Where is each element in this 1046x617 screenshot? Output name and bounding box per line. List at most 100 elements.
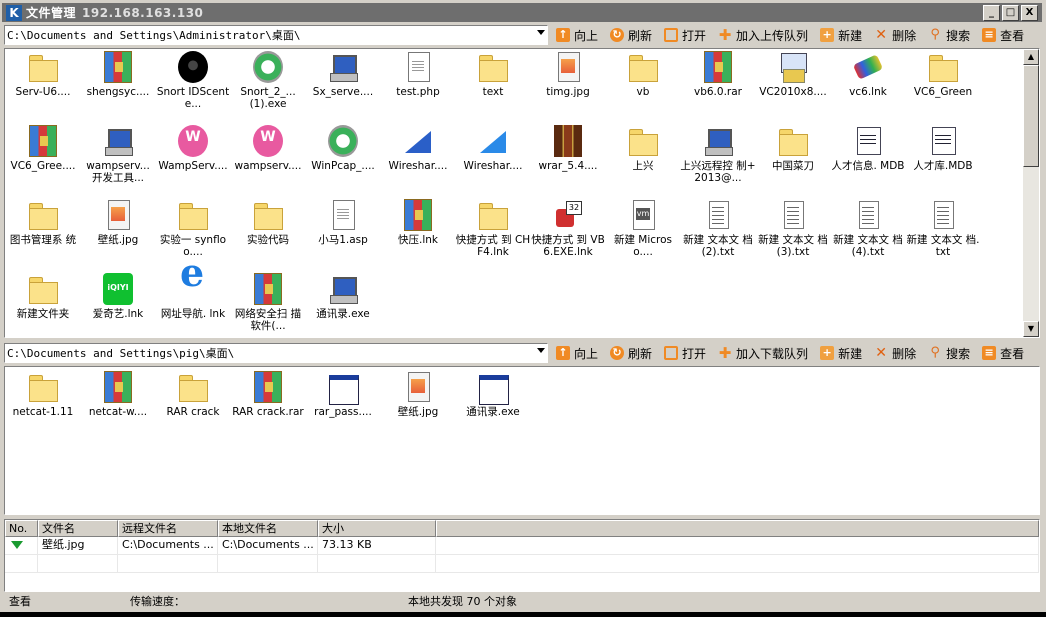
local-path-combobox[interactable]: C:\Documents and Settings\pig\桌面\ xyxy=(4,343,548,363)
local-file-pane[interactable]: netcat-1.11 netcat-w.... RAR crack RAR crac… xyxy=(4,366,1040,515)
shark-icon xyxy=(402,125,434,157)
list-item[interactable]: vc6.lnk xyxy=(830,51,906,98)
list-item[interactable]: wrar_5.4.... xyxy=(530,125,606,172)
list-item[interactable]: timg.jpg xyxy=(530,51,606,98)
list-item[interactable]: 新建文件夹 xyxy=(5,273,81,320)
local-delete-button[interactable]: ✕ 删除 xyxy=(874,345,916,362)
local-refresh-button[interactable]: ↻ 刷新 xyxy=(610,345,652,362)
remote-new-button[interactable]: + 新建 xyxy=(820,27,862,44)
chevron-down-icon[interactable] xyxy=(537,348,545,353)
remote-open-button[interactable]: 打开 xyxy=(664,27,706,44)
list-item[interactable]: 快压.lnk xyxy=(380,199,456,246)
scroll-down-arrow-icon[interactable]: ▼ xyxy=(1023,321,1039,337)
list-item[interactable]: 实验代码 xyxy=(230,199,306,246)
list-item[interactable]: 新建 文本文 档 (2).txt xyxy=(680,199,756,258)
scroll-thumb[interactable] xyxy=(1023,65,1039,167)
minimize-button[interactable]: _ xyxy=(983,5,1000,21)
item-label: 通讯录.exe xyxy=(466,406,520,418)
list-item[interactable]: 新建 文本文 档 (4).txt xyxy=(830,199,906,258)
list-item[interactable]: 上兴远程控 制+2013@... xyxy=(680,125,756,184)
chevron-down-icon[interactable] xyxy=(537,30,545,35)
list-item[interactable]: 通讯录.exe xyxy=(455,371,531,418)
list-item[interactable]: Snort IDScente... xyxy=(155,51,231,110)
column-header-filename[interactable]: 文件名 xyxy=(38,520,118,537)
list-item[interactable]: 新建 文本文 档 (3).txt xyxy=(755,199,831,258)
list-item[interactable]: 中国菜刀 xyxy=(755,125,831,172)
txt-icon xyxy=(927,199,959,231)
list-item[interactable]: 壁纸.jpg xyxy=(380,371,456,418)
list-item[interactable]: shengsyc.... xyxy=(80,51,156,98)
list-item[interactable]: RAR crack xyxy=(155,371,231,418)
list-item[interactable]: netcat-1.11 xyxy=(5,371,81,418)
list-item[interactable]: VC6_Gree.... xyxy=(5,125,81,172)
table-row[interactable]: 壁纸.jpg C:\Documents ... C:\Documents ...… xyxy=(5,537,1039,555)
column-header-no[interactable]: No. xyxy=(5,520,38,537)
search-icon: ⚲ xyxy=(930,27,940,42)
list-item[interactable]: WinPcap_.... xyxy=(305,125,381,172)
list-item[interactable]: wampserv... 开发工具... xyxy=(80,125,156,184)
list-item[interactable]: Serv-U6.... xyxy=(5,51,81,98)
transfer-row-filename: 壁纸.jpg xyxy=(38,537,118,554)
list-item[interactable]: 网址导航. lnk xyxy=(155,267,231,320)
local-view-button[interactable]: ≡ 查看 xyxy=(982,345,1024,362)
list-item[interactable]: 快捷方式 到 CHF4.lnk xyxy=(455,199,531,258)
column-header-remote-filename[interactable]: 远程文件名 xyxy=(118,520,218,537)
remote-refresh-button[interactable]: ↻ 刷新 xyxy=(610,27,652,44)
list-item[interactable]: 图书管理系 统 xyxy=(5,199,81,246)
column-header-size[interactable]: 大小 xyxy=(318,520,436,537)
close-button[interactable]: X xyxy=(1021,5,1038,21)
transfer-header: No. 文件名 远程文件名 本地文件名 大小 xyxy=(5,520,1039,537)
local-new-button[interactable]: + 新建 xyxy=(820,345,862,362)
list-item[interactable]: VC6_Green xyxy=(905,51,981,98)
remote-scrollbar[interactable]: ▲ ▼ xyxy=(1023,49,1039,337)
transfer-queue-list[interactable]: No. 文件名 远程文件名 本地文件名 大小 壁纸.jpg C:\Documen… xyxy=(4,519,1040,592)
local-search-button[interactable]: ⚲ 搜索 xyxy=(928,345,970,362)
item-label: 网络安全扫 描软件(... xyxy=(234,308,302,332)
item-label: 新建 文本文 档.txt xyxy=(906,234,980,258)
list-item[interactable]: vb6.0.rar xyxy=(680,51,756,98)
list-item[interactable]: vb xyxy=(605,51,681,98)
item-label: VC6_Gree.... xyxy=(10,160,76,172)
list-item[interactable]: 新建 Microso.... xyxy=(605,199,681,258)
remote-file-pane[interactable]: Serv-U6.... shengsyc.... Snort IDScente...… xyxy=(4,48,1040,338)
list-item[interactable]: netcat-w.... xyxy=(80,371,156,418)
list-item[interactable]: 爱奇艺.lnk xyxy=(80,273,156,320)
item-label: shengsyc.... xyxy=(86,86,150,98)
item-label: 爱奇艺.lnk xyxy=(92,308,144,320)
list-item[interactable]: RAR crack.rar xyxy=(230,371,306,418)
scroll-up-arrow-icon[interactable]: ▲ xyxy=(1023,49,1039,65)
refresh-icon: ↻ xyxy=(610,346,625,360)
local-open-button[interactable]: 打开 xyxy=(664,345,706,362)
maximize-button[interactable]: □ xyxy=(1002,5,1019,21)
remote-delete-button[interactable]: ✕ 删除 xyxy=(874,27,916,44)
column-header-local-filename[interactable]: 本地文件名 xyxy=(218,520,318,537)
list-item[interactable]: wampserv.... xyxy=(230,125,306,172)
remote-up-button[interactable]: ↑ 向上 xyxy=(556,27,598,44)
list-item[interactable]: VC2010x8.... xyxy=(755,51,831,98)
list-item[interactable]: 网络安全扫 描软件(... xyxy=(230,273,306,332)
list-item[interactable]: test.php xyxy=(380,51,456,98)
list-item[interactable]: Snort_2_... (1).exe xyxy=(230,51,306,110)
pc-icon xyxy=(327,51,359,83)
list-item[interactable]: 人才库.MDB xyxy=(905,125,981,172)
list-item[interactable]: 上兴 xyxy=(605,125,681,172)
remote-add-upload-queue-button[interactable]: ✚ 加入上传队列 xyxy=(718,27,808,44)
list-item[interactable]: WampServ.... xyxy=(155,125,231,172)
list-item[interactable]: 新建 文本文 档.txt xyxy=(905,199,981,258)
local-add-download-queue-button[interactable]: ✚ 加入下载队列 xyxy=(718,345,808,362)
list-item[interactable]: 快捷方式 到 VB6.EXE.lnk xyxy=(530,199,606,258)
list-item[interactable]: Wireshar.... xyxy=(455,125,531,172)
local-up-button[interactable]: ↑ 向上 xyxy=(556,345,598,362)
list-item[interactable]: Sx_serve.... xyxy=(305,51,381,98)
list-item[interactable]: 壁纸.jpg xyxy=(80,199,156,246)
list-item[interactable]: 人才信息. MDB xyxy=(830,125,906,172)
list-item[interactable]: rar_pass.... xyxy=(305,371,381,418)
list-item[interactable]: 通讯录.exe xyxy=(305,273,381,320)
remote-path-combobox[interactable]: C:\Documents and Settings\Administrator\… xyxy=(4,25,548,45)
remote-view-button[interactable]: ≡ 查看 xyxy=(982,27,1024,44)
list-item[interactable]: 小马1.asp xyxy=(305,199,381,246)
list-item[interactable]: text xyxy=(455,51,531,98)
list-item[interactable]: Wireshar.... xyxy=(380,125,456,172)
remote-search-button[interactable]: ⚲ 搜索 xyxy=(928,27,970,44)
item-label: vc6.lnk xyxy=(849,86,887,98)
